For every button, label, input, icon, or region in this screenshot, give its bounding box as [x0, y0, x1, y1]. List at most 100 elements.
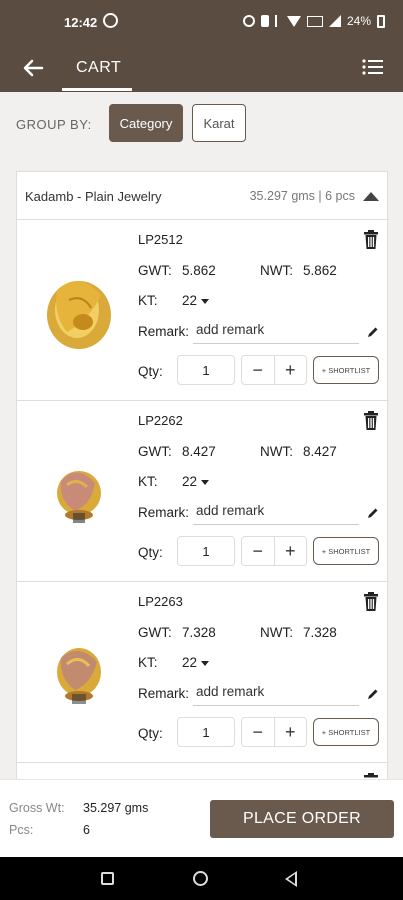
qty-increment-button[interactable]: + — [275, 356, 307, 384]
item-code: LP2512 — [138, 232, 183, 247]
battery-icon — [377, 14, 385, 28]
nwt-value: 5.862 — [303, 263, 337, 278]
status-icons: 24% — [242, 14, 385, 28]
nwt-value: 7.328 — [303, 625, 337, 640]
group-name: Kadamb - Plain Jewelry — [25, 189, 162, 204]
qty-increment-button[interactable]: + — [275, 718, 307, 746]
qty-increment-button[interactable]: + — [275, 537, 307, 565]
arrow-left-icon — [23, 59, 44, 77]
bluetooth-icon — [274, 15, 281, 27]
qty-label: Qty: — [138, 726, 163, 741]
page-title[interactable]: CART — [76, 59, 121, 77]
place-order-button[interactable]: PLACE ORDER — [210, 800, 394, 838]
pencil-icon[interactable] — [367, 507, 379, 519]
item-code: LP2262 — [138, 413, 183, 428]
gwt-value: 8.427 — [182, 444, 216, 459]
trash-icon[interactable] — [363, 411, 379, 431]
nwt-value: 8.427 — [303, 444, 337, 459]
qty-decrement-button[interactable]: − — [242, 356, 275, 384]
group-summary: 35.297 gms | 6 pcs — [249, 189, 355, 203]
kt-value: 22 — [182, 655, 198, 670]
group-by-karat-chip[interactable]: Karat — [192, 104, 246, 142]
group-by-category-chip[interactable]: Category — [109, 104, 183, 142]
product-image[interactable] — [39, 441, 119, 541]
remark-input[interactable]: add remark — [196, 322, 264, 337]
remark-underline — [193, 343, 359, 344]
menu-button[interactable] — [361, 56, 385, 78]
recents-icon[interactable] — [101, 872, 114, 885]
kt-dropdown[interactable]: 22 — [182, 655, 210, 670]
remark-input[interactable]: add remark — [196, 684, 264, 699]
pcs-label: Pcs: — [9, 823, 34, 837]
volte-icon — [306, 15, 323, 27]
cart-item: LP2512 GWT: 5.862 NWT: 5.862 KT: 22 Rema… — [17, 220, 387, 401]
cart-item: LP2263 GWT: 7.328 NWT: 7.328 KT: 22 Rema… — [17, 582, 387, 763]
pencil-icon[interactable] — [367, 688, 379, 700]
gwt-value: 7.328 — [182, 625, 216, 640]
home-icon[interactable] — [193, 871, 208, 886]
back-triangle-icon[interactable] — [285, 871, 297, 887]
qty-input[interactable]: 1 — [177, 536, 235, 566]
trash-icon[interactable] — [363, 230, 379, 250]
item-code: LP2263 — [138, 594, 183, 609]
pcs-value: 6 — [83, 823, 90, 837]
qty-stepper: − + — [241, 717, 307, 747]
shortlist-button[interactable]: + SHORTLIST — [313, 356, 379, 384]
qty-decrement-button[interactable]: − — [242, 718, 275, 746]
chevron-down-icon — [201, 298, 210, 304]
qty-input[interactable]: 1 — [177, 717, 235, 747]
gwt-value: 5.862 — [182, 263, 216, 278]
gwt-label: GWT: — [138, 263, 172, 278]
collapse-caret-icon[interactable] — [363, 192, 379, 201]
kt-dropdown[interactable]: 22 — [182, 293, 210, 308]
group-by-label: GROUP BY: — [16, 117, 92, 132]
kt-value: 22 — [182, 293, 198, 308]
list-menu-icon — [362, 59, 383, 75]
pencil-icon[interactable] — [367, 326, 379, 338]
qty-stepper: − + — [241, 536, 307, 566]
system-nav-bar — [0, 857, 403, 900]
product-image[interactable] — [39, 622, 119, 722]
remark-input[interactable]: add remark — [196, 503, 264, 518]
tab-indicator — [62, 88, 132, 91]
cart-item — [17, 763, 387, 779]
kt-label: KT: — [138, 293, 158, 308]
back-button[interactable] — [18, 54, 48, 82]
status-bar: 12:42 24% — [0, 0, 403, 44]
kt-label: KT: — [138, 655, 158, 670]
remark-label: Remark: — [138, 686, 190, 701]
chevron-down-icon — [201, 660, 210, 666]
wifi-icon — [286, 15, 301, 27]
signal-icon — [328, 15, 341, 27]
nwt-label: NWT: — [260, 263, 293, 278]
cart-item: LP2262 GWT: 8.427 NWT: 8.427 KT: 22 Rema… — [17, 401, 387, 582]
shortlist-button[interactable]: + SHORTLIST — [313, 537, 379, 565]
gwt-label: GWT: — [138, 444, 172, 459]
kt-dropdown[interactable]: 22 — [182, 474, 210, 489]
vibrate-icon — [260, 15, 269, 27]
kt-value: 22 — [182, 474, 198, 489]
group-header[interactable]: Kadamb - Plain Jewelry 35.297 gms | 6 pc… — [17, 172, 387, 220]
order-summary-bar: Gross Wt: 35.297 gms Pcs: 6 PLACE ORDER — [0, 779, 403, 857]
nwt-label: NWT: — [260, 625, 293, 640]
qty-input[interactable]: 1 — [177, 355, 235, 385]
remark-label: Remark: — [138, 324, 190, 339]
battery-percent: 24% — [346, 14, 371, 28]
kt-label: KT: — [138, 474, 158, 489]
product-image[interactable] — [39, 260, 119, 360]
remark-underline — [193, 524, 359, 525]
alarm-icon — [242, 15, 255, 27]
nwt-label: NWT: — [260, 444, 293, 459]
whatsapp-icon — [103, 13, 118, 28]
shortlist-button[interactable]: + SHORTLIST — [313, 718, 379, 746]
remark-label: Remark: — [138, 505, 190, 520]
status-time: 12:42 — [64, 15, 98, 30]
qty-label: Qty: — [138, 364, 163, 379]
gross-weight-label: Gross Wt: — [9, 801, 65, 815]
gwt-label: GWT: — [138, 625, 172, 640]
app-bar: CART — [0, 44, 403, 92]
qty-decrement-button[interactable]: − — [242, 537, 275, 565]
gross-weight-value: 35.297 gms — [83, 801, 149, 815]
trash-icon[interactable] — [363, 592, 379, 612]
cart-list[interactable]: Kadamb - Plain Jewelry 35.297 gms | 6 pc… — [16, 171, 388, 780]
